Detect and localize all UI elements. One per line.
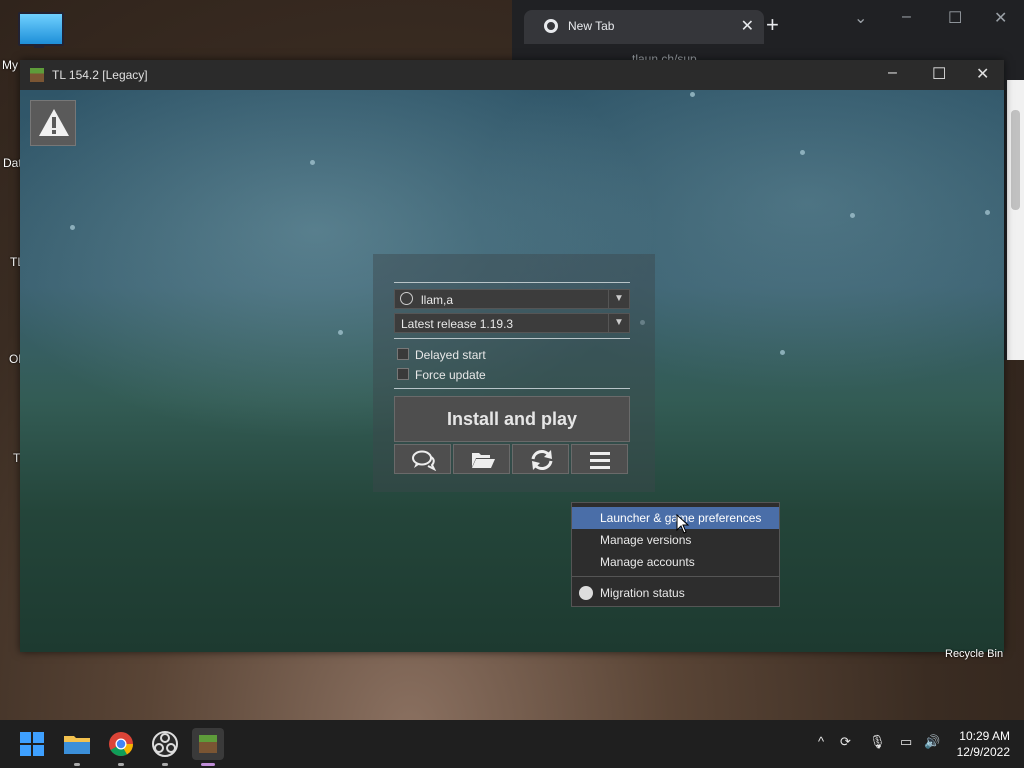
user-icon — [400, 292, 413, 305]
refresh-button[interactable] — [512, 444, 569, 474]
delayed-start-label[interactable]: Delayed start — [415, 348, 486, 362]
background-star — [690, 92, 695, 97]
warning-button[interactable] — [30, 100, 76, 146]
delayed-start-checkbox[interactable] — [397, 348, 409, 360]
chevron-down-icon[interactable]: ▼ — [608, 290, 629, 308]
install-and-play-button[interactable]: Install and play — [394, 396, 630, 442]
folder-icon — [472, 453, 495, 468]
launcher-title-bar[interactable]: TL 154.2 [Legacy] – ☐ ✕ — [20, 60, 1004, 90]
chevron-down-icon[interactable]: ⌄ — [854, 8, 867, 28]
menu-item-migration-status[interactable]: Migration status — [572, 582, 779, 604]
close-tab-icon[interactable]: ✕ — [741, 16, 754, 36]
background-star — [338, 330, 343, 335]
force-update-label[interactable]: Force update — [415, 368, 486, 382]
clock-date: 12/9/2022 — [956, 745, 1010, 759]
divider — [394, 388, 630, 389]
warning-icon — [39, 109, 69, 136]
microphone-icon[interactable]: 🎙 — [869, 734, 886, 750]
running-indicator — [118, 763, 124, 766]
mouse-cursor-icon — [676, 514, 690, 534]
minimize-icon[interactable]: – — [888, 64, 897, 82]
refresh-icon — [531, 450, 553, 470]
minimize-icon[interactable]: – — [902, 8, 911, 26]
account-dropdown[interactable]: llam,a ▼ — [394, 289, 630, 309]
hamburger-icon — [590, 452, 610, 469]
chevron-down-icon[interactable]: ▼ — [608, 314, 629, 332]
chrome-button[interactable] — [105, 728, 137, 766]
taskbar: ^ ⟳ 🎙 ▭ 🔊 10:29 AM 12/9/2022 — [0, 720, 1024, 768]
divider — [394, 338, 630, 339]
account-name: llam,a — [421, 293, 454, 307]
window-title: TL 154.2 [Legacy] — [52, 68, 148, 82]
login-panel: llam,a ▼ Latest release 1.19.3 ▼ Delayed… — [373, 254, 655, 492]
background-star — [310, 160, 315, 165]
new-tab-icon[interactable]: + — [766, 12, 779, 38]
chrome-scrollbar[interactable] — [1007, 80, 1024, 360]
open-folder-button[interactable] — [453, 444, 510, 474]
divider — [394, 282, 630, 283]
menu-divider — [572, 576, 779, 577]
file-explorer-button[interactable] — [61, 728, 93, 766]
sync-icon[interactable]: ⟳ — [840, 734, 851, 750]
grass-block-icon — [199, 735, 217, 753]
background-star — [985, 210, 990, 215]
maximize-icon[interactable]: ☐ — [932, 64, 946, 84]
network-icon[interactable]: ▭ — [900, 734, 912, 750]
folder-icon — [64, 736, 90, 754]
chrome-tab[interactable]: New Tab ✕ — [524, 10, 764, 44]
background-star — [70, 225, 75, 230]
chat-icon — [412, 450, 437, 471]
maximize-icon[interactable]: ☐ — [948, 8, 962, 28]
grass-block-icon — [30, 68, 44, 82]
running-indicator — [162, 763, 168, 766]
scroll-thumb[interactable] — [1011, 110, 1020, 210]
chrome-icon — [109, 732, 133, 757]
chat-button[interactable] — [394, 444, 451, 474]
version-dropdown[interactable]: Latest release 1.19.3 ▼ — [394, 313, 630, 333]
chrome-tab-bar: New Tab ✕ + ⌄ – ☐ ✕ — [512, 0, 1024, 46]
this-pc-icon[interactable] — [18, 12, 64, 46]
clock[interactable]: 10:29 AM 12/9/2022 — [957, 728, 1010, 760]
obs-button[interactable] — [149, 728, 181, 766]
start-button[interactable] — [16, 728, 48, 760]
background-star — [780, 350, 785, 355]
chrome-tab-title: New Tab — [568, 19, 615, 33]
tlauncher-button[interactable] — [192, 728, 224, 766]
background-star — [850, 213, 855, 218]
force-update-checkbox[interactable] — [397, 368, 409, 380]
clock-time: 10:29 AM — [959, 729, 1010, 743]
show-hidden-icons-icon[interactable]: ^ — [818, 734, 824, 749]
menu-item-manage-accounts[interactable]: Manage accounts — [572, 551, 779, 573]
launcher-window: TL 154.2 [Legacy] – ☐ ✕ llam,a ▼ Latest … — [20, 60, 1004, 652]
active-indicator — [201, 763, 215, 766]
volume-icon[interactable]: 🔊 — [924, 734, 940, 750]
obs-icon — [152, 731, 178, 757]
version-name: Latest release 1.19.3 — [401, 317, 514, 331]
launcher-background: llam,a ▼ Latest release 1.19.3 ▼ Delayed… — [20, 90, 1004, 652]
running-indicator — [74, 763, 80, 766]
desktop-icon-label[interactable]: My — [2, 58, 18, 72]
menu-button[interactable] — [571, 444, 628, 474]
chrome-logo-icon — [544, 19, 558, 33]
windows-logo-icon — [20, 732, 44, 756]
background-star — [800, 150, 805, 155]
monitor-stand — [34, 44, 44, 48]
close-icon[interactable]: ✕ — [994, 8, 1007, 28]
migration-icon — [579, 586, 593, 600]
desktop-icon-label[interactable]: Dat — [3, 156, 22, 170]
recycle-bin-label[interactable]: Recycle Bin — [945, 648, 1003, 660]
close-icon[interactable]: ✕ — [976, 64, 989, 84]
